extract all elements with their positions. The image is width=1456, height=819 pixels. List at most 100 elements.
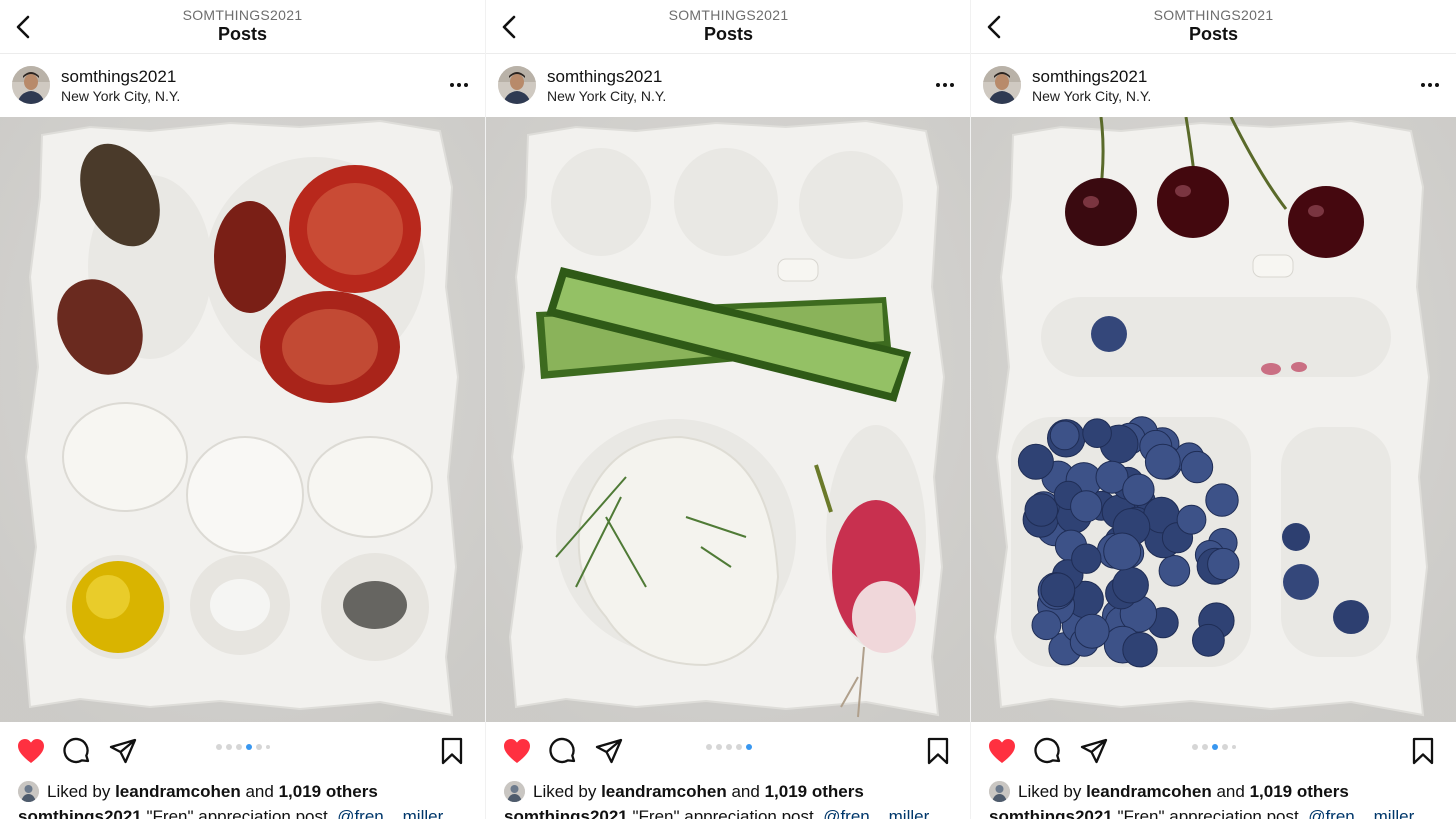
carousel-screenshots: SOMTHINGS2021 Posts somthings2021 New Yo… [0, 0, 1456, 819]
bookmark-icon[interactable] [923, 736, 953, 766]
avatar[interactable] [12, 66, 50, 104]
post-action-bar [486, 722, 971, 780]
likes-joiner: and [245, 782, 274, 801]
carousel-dot [1221, 744, 1228, 750]
liked-by-username[interactable]: leandramcohen [1086, 782, 1212, 801]
screen-title: Posts [703, 24, 754, 44]
bookmark-icon[interactable] [437, 736, 467, 766]
top-bar: SOMTHINGS2021 Posts [486, 0, 971, 54]
profile-label: SOMTHINGS2021 [182, 7, 303, 23]
post-username[interactable]: somthings2021 [547, 67, 662, 87]
carousel-dot [1191, 744, 1198, 750]
top-bar: SOMTHINGS2021 Posts [0, 0, 485, 54]
post-header: somthings2021 New York City, N.Y. [486, 55, 971, 117]
caption-mention[interactable]: @fren__miller [823, 807, 929, 819]
carousel-dot [245, 744, 252, 750]
post-location[interactable]: New York City, N.Y. [1032, 88, 1151, 104]
caption-text: "Fren" appreciation post. [632, 807, 819, 819]
carousel-dot [745, 744, 752, 750]
screen-title: Posts [1188, 24, 1239, 44]
caption-text: "Fren" appreciation post. [146, 807, 333, 819]
post-caption: somthings2021 "Fren" appreciation post. … [504, 807, 929, 819]
more-horizontal-icon[interactable] [447, 75, 471, 95]
likes-row[interactable]: Liked by leandramcohen and 1,019 others [486, 780, 971, 804]
carousel-dot [1231, 745, 1236, 749]
post-photo[interactable] [0, 117, 485, 722]
liker-avatar [18, 781, 39, 802]
post-header: somthings2021 New York City, N.Y. [0, 55, 485, 117]
comment-icon[interactable] [548, 736, 578, 766]
more-horizontal-icon[interactable] [1418, 75, 1442, 95]
carousel-dot [1211, 744, 1218, 750]
likes-prefix: Liked by [47, 782, 111, 801]
post-location[interactable]: New York City, N.Y. [547, 88, 666, 104]
carousel-dot [725, 744, 732, 750]
panel-divider [485, 0, 486, 819]
carousel-indicator [1191, 744, 1236, 750]
likes-joiner: and [731, 782, 760, 801]
caption-mention[interactable]: @fren__miller [1308, 807, 1414, 819]
likes-joiner: and [1216, 782, 1245, 801]
send-icon[interactable] [108, 736, 138, 766]
post-caption: somthings2021 "Fren" appreciation post. … [989, 807, 1414, 819]
instagram-post-screen: SOMTHINGS2021 Posts somthings2021 New Yo… [971, 0, 1456, 819]
carousel-dot [215, 744, 222, 750]
avatar[interactable] [498, 66, 536, 104]
post-photo[interactable] [486, 117, 971, 722]
likes-summary: Liked by leandramcohen and 1,019 others [47, 782, 378, 802]
post-action-bar [0, 722, 485, 780]
carousel-dot [235, 744, 242, 750]
carousel-dot [735, 744, 742, 750]
caption-text: "Fren" appreciation post. [1117, 807, 1304, 819]
likes-prefix: Liked by [533, 782, 597, 801]
liked-by-username[interactable]: leandramcohen [601, 782, 727, 801]
heart-icon[interactable] [987, 736, 1017, 766]
likes-summary: Liked by leandramcohen and 1,019 others [1018, 782, 1349, 802]
send-icon[interactable] [594, 736, 624, 766]
carousel-dot [265, 745, 270, 749]
profile-label: SOMTHINGS2021 [668, 7, 789, 23]
carousel-indicator [215, 744, 270, 750]
liked-by-username[interactable]: leandramcohen [115, 782, 241, 801]
post-username[interactable]: somthings2021 [1032, 67, 1147, 87]
panel-divider [970, 0, 971, 819]
comment-icon[interactable] [62, 736, 92, 766]
carousel-dot [1201, 744, 1208, 750]
heart-icon[interactable] [502, 736, 532, 766]
likes-row[interactable]: Liked by leandramcohen and 1,019 others [0, 780, 485, 804]
post-caption: somthings2021 "Fren" appreciation post. … [18, 807, 443, 819]
top-bar: SOMTHINGS2021 Posts [971, 0, 1456, 54]
post-photo[interactable] [971, 117, 1456, 722]
likes-prefix: Liked by [1018, 782, 1082, 801]
carousel-indicator [705, 744, 752, 750]
post-username[interactable]: somthings2021 [61, 67, 176, 87]
likes-summary: Liked by leandramcohen and 1,019 others [533, 782, 864, 802]
caption-username[interactable]: somthings2021 [18, 807, 142, 819]
caption-username[interactable]: somthings2021 [504, 807, 628, 819]
instagram-post-screen: SOMTHINGS2021 Posts somthings2021 New Yo… [486, 0, 971, 819]
caption-username[interactable]: somthings2021 [989, 807, 1113, 819]
carousel-dot [705, 744, 712, 750]
screen-title: Posts [217, 24, 268, 44]
carousel-dot [225, 744, 232, 750]
post-header: somthings2021 New York City, N.Y. [971, 55, 1456, 117]
instagram-post-screen: SOMTHINGS2021 Posts somthings2021 New Yo… [0, 0, 485, 819]
likes-others-count[interactable]: 1,019 others [765, 782, 864, 801]
post-action-bar [971, 722, 1456, 780]
liker-avatar [504, 781, 525, 802]
avatar[interactable] [983, 66, 1021, 104]
bookmark-icon[interactable] [1408, 736, 1438, 766]
carousel-dot [715, 744, 722, 750]
likes-others-count[interactable]: 1,019 others [279, 782, 378, 801]
more-horizontal-icon[interactable] [933, 75, 957, 95]
caption-mention[interactable]: @fren__miller [337, 807, 443, 819]
likes-others-count[interactable]: 1,019 others [1250, 782, 1349, 801]
send-icon[interactable] [1079, 736, 1109, 766]
post-location[interactable]: New York City, N.Y. [61, 88, 180, 104]
heart-icon[interactable] [16, 736, 46, 766]
likes-row[interactable]: Liked by leandramcohen and 1,019 others [971, 780, 1456, 804]
comment-icon[interactable] [1033, 736, 1063, 766]
carousel-dot [255, 744, 262, 750]
profile-label: SOMTHINGS2021 [1153, 7, 1274, 23]
liker-avatar [989, 781, 1010, 802]
